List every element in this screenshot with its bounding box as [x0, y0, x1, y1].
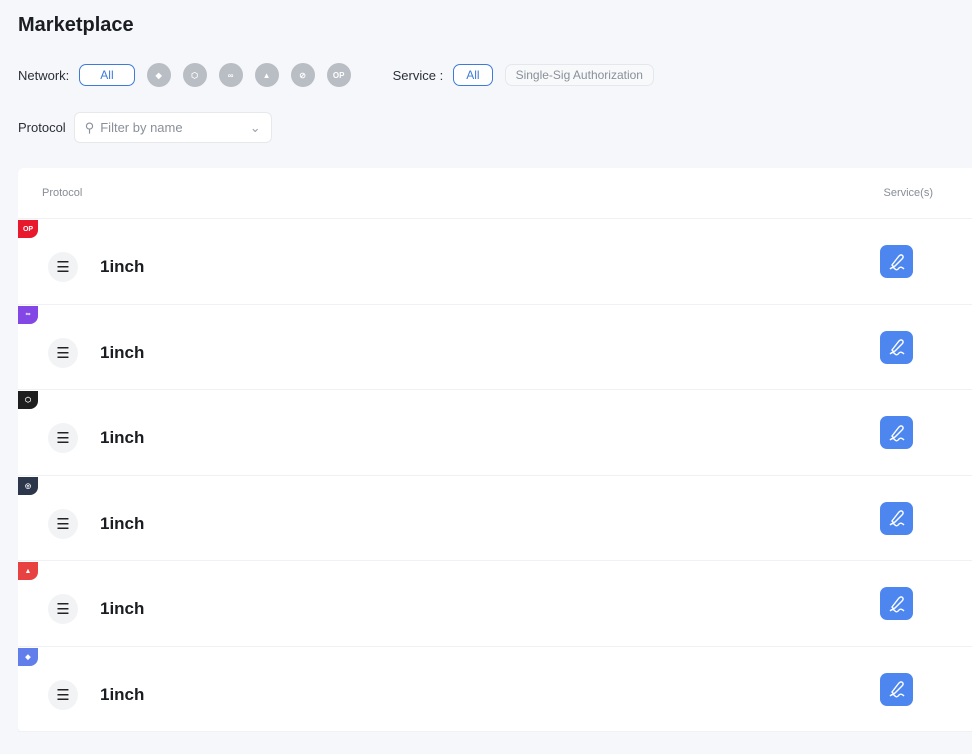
page-title: Marketplace — [18, 14, 134, 36]
signature-service-icon[interactable] — [880, 501, 913, 535]
service-single-sig-button[interactable]: Single-Sig Authorization — [504, 64, 654, 86]
network-arbitrum-button[interactable]: ⊘ — [290, 63, 315, 87]
signature-service-icon[interactable] — [880, 245, 913, 278]
chevron-down-icon: ⌄ — [249, 119, 261, 135]
service-label: Service : — [392, 67, 444, 83]
protocol-name[interactable]: 1inch — [100, 599, 144, 619]
protocol-search-input[interactable]: ⚲ Filter by name ⌄ — [73, 112, 272, 143]
protocol-logo-icon: ☰ — [48, 423, 78, 454]
table-header: Protocol Service(s) — [18, 168, 972, 219]
table-row[interactable]: ⬡ ☰ 1inch — [18, 390, 972, 476]
table-row[interactable]: OP ☰ 1inch — [18, 219, 972, 305]
protocol-logo-icon: ☰ — [48, 337, 78, 368]
signature-service-icon[interactable] — [880, 416, 913, 449]
search-placeholder: Filter by name — [100, 120, 183, 135]
network-bnb-button[interactable]: ⬡ — [182, 63, 207, 87]
protocol-name[interactable]: 1inch — [100, 343, 144, 363]
network-all-button[interactable]: All — [79, 64, 135, 86]
signature-service-icon[interactable] — [880, 587, 913, 620]
network-optimism-button[interactable]: OP — [326, 63, 351, 87]
column-services: Service(s) — [883, 187, 933, 199]
service-all-button[interactable]: All — [453, 64, 493, 86]
protocol-name[interactable]: 1inch — [100, 514, 144, 534]
column-protocol: Protocol — [42, 187, 83, 199]
protocol-table: Protocol Service(s) OP ☰ 1inch ∞ ☰ 1inch… — [18, 168, 972, 732]
table-row[interactable]: ▲ ☰ 1inch — [18, 561, 972, 647]
protocol-label: Protocol — [18, 120, 66, 135]
table-row[interactable]: ∞ ☰ 1inch — [18, 305, 972, 390]
network-polygon-badge-icon: ∞ — [18, 305, 38, 324]
network-ethereum-badge-icon: ◆ — [18, 647, 38, 666]
protocol-name[interactable]: 1inch — [100, 428, 144, 448]
network-filter: Network: All ◆ ⬡ ∞ ▲ ⊘ OP Service : All Singl… — [18, 63, 654, 87]
protocol-name[interactable]: 1inch — [100, 257, 144, 277]
network-avalanche-badge-icon: ▲ — [18, 562, 38, 580]
network-label: Network: — [18, 67, 70, 83]
protocol-logo-icon: ☰ — [48, 508, 78, 539]
protocol-filter: Protocol ⚲ Filter by name ⌄ — [18, 112, 272, 143]
network-arbitrum-badge-icon: ◎ — [18, 476, 38, 495]
network-polygon-button[interactable]: ∞ — [218, 63, 243, 87]
network-optimism-badge-icon: OP — [18, 220, 38, 238]
search-icon: ⚲ — [84, 119, 95, 135]
signature-service-icon[interactable] — [880, 672, 913, 706]
table-row[interactable]: ◆ ☰ 1inch — [18, 647, 972, 732]
protocol-logo-icon: ☰ — [48, 679, 78, 710]
protocol-name[interactable]: 1inch — [100, 685, 144, 705]
network-avalanche-button[interactable]: ▲ — [254, 63, 279, 87]
network-bnb-badge-icon: ⬡ — [18, 391, 38, 409]
signature-service-icon[interactable] — [880, 330, 913, 364]
protocol-logo-icon: ☰ — [48, 252, 78, 283]
network-ethereum-button[interactable]: ◆ — [146, 63, 171, 87]
protocol-logo-icon: ☰ — [48, 594, 78, 625]
table-row[interactable]: ◎ ☰ 1inch — [18, 476, 972, 561]
